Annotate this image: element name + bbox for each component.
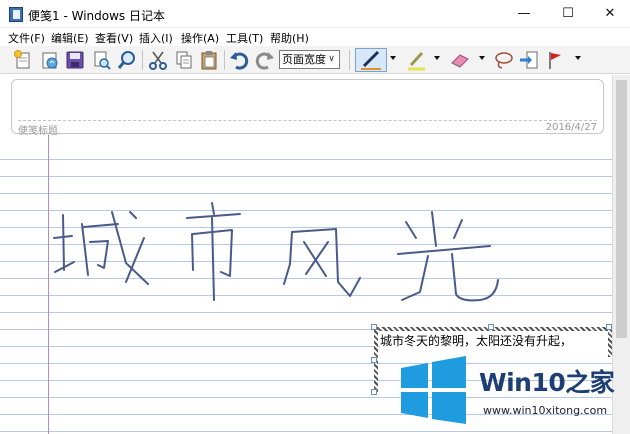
scrollbar-thumb[interactable] (616, 80, 627, 338)
windows-logo-icon (401, 356, 466, 424)
resize-handle[interactable] (606, 324, 612, 330)
watermark-brand-suffix: 之家 (565, 368, 615, 397)
watermark-brand-prefix: Win10 (479, 368, 566, 397)
watermark: Win10之家 www.win10xitong.com (388, 347, 630, 434)
resize-handle[interactable] (488, 324, 494, 330)
resize-handle[interactable] (371, 324, 377, 330)
resize-handle[interactable] (371, 357, 377, 363)
watermark-url: www.win10xitong.com (483, 404, 608, 417)
watermark-brand: Win10之家 (479, 363, 615, 399)
resize-handle[interactable] (371, 389, 377, 395)
